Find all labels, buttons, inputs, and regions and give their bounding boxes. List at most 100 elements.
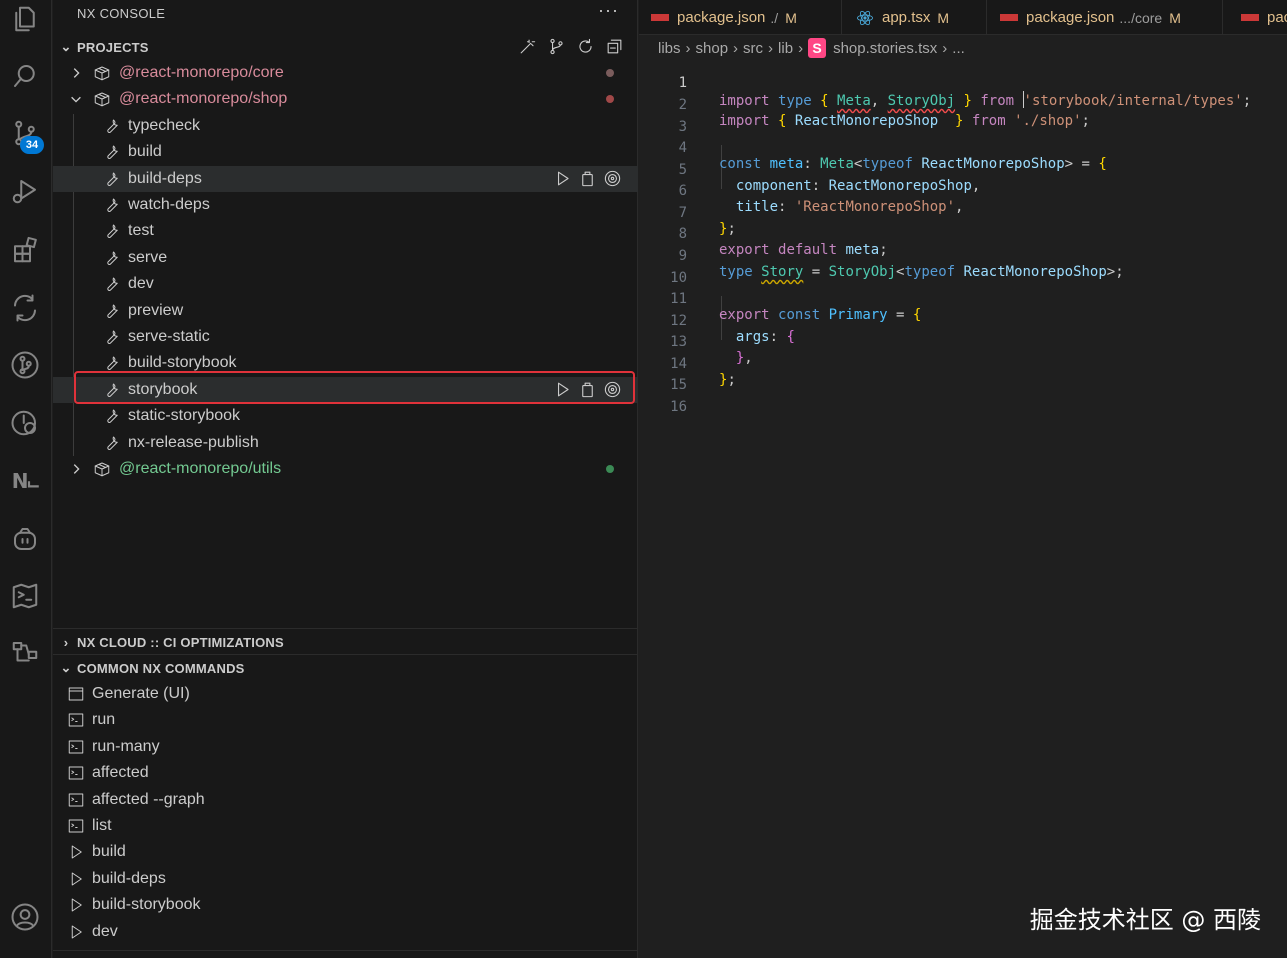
run-task-icon[interactable] <box>553 380 572 404</box>
command-dev[interactable]: dev <box>53 919 638 945</box>
modified-indicator: M <box>785 9 797 26</box>
search-icon[interactable] <box>8 59 42 93</box>
command-list[interactable]: list <box>53 813 638 839</box>
command-label: build-storybook <box>92 896 201 913</box>
command-label: Generate (UI) <box>92 685 190 702</box>
tab-app-tsx[interactable]: app.tsx M <box>842 0 987 34</box>
command-generate-ui[interactable]: Generate (UI) <box>53 681 638 707</box>
chevron-right-icon: › <box>685 39 691 57</box>
collapse-all-icon[interactable] <box>605 37 624 59</box>
commands-section-header[interactable]: ⌄ COMMON NX COMMANDS <box>53 656 638 680</box>
breadcrumb-shop[interactable]: shop <box>696 40 729 57</box>
status-dot <box>606 465 614 473</box>
map-icon[interactable] <box>8 579 42 613</box>
breadcrumb-libs[interactable]: libs <box>658 40 681 57</box>
target-row-build-storybook[interactable]: build-storybook <box>53 350 638 376</box>
command-build-deps[interactable]: build-deps <box>53 866 638 892</box>
target-icon[interactable] <box>603 169 622 193</box>
project-row-utils[interactable]: @react-monorepo/utils <box>53 456 638 482</box>
tab-package-json-root[interactable]: package.json ./ M <box>639 0 842 34</box>
target-row-build-deps[interactable]: build-deps <box>53 166 638 192</box>
target-row-typecheck[interactable]: typecheck <box>53 113 638 139</box>
breadcrumb-tail[interactable]: ... <box>952 40 965 57</box>
target-row-nx-release-publish[interactable]: nx-release-publish <box>53 430 638 456</box>
npm-icon <box>1241 14 1259 21</box>
breadcrumb-file[interactable]: shop.stories.tsx <box>833 40 937 57</box>
target-label: storybook <box>128 381 198 398</box>
tab-label: app.tsx <box>882 9 931 26</box>
tab-label: package.json <box>1026 9 1115 26</box>
code-line: 11 export const Primary = { <box>639 275 1287 323</box>
status-dot <box>606 69 614 77</box>
tab-package-json-core[interactable]: package.json .../core M <box>987 0 1223 34</box>
target-row-preview[interactable]: preview <box>53 298 638 324</box>
command-label: dev <box>92 923 118 940</box>
wrench-icon <box>103 407 121 425</box>
run-debug-icon[interactable] <box>8 174 42 208</box>
project-row-shop[interactable]: @react-monorepo/shop <box>53 86 638 112</box>
target-row-serve-static[interactable]: serve-static <box>53 324 638 350</box>
tab-package-json-truncated[interactable]: pac <box>1223 0 1287 34</box>
project-label: @react-monorepo/core <box>119 64 284 81</box>
command-run-many[interactable]: run-many <box>53 734 638 760</box>
target-label: serve <box>128 249 168 266</box>
command-label: build <box>92 843 126 860</box>
code-line: 15 <box>639 361 1287 393</box>
projects-section-header[interactable]: ⌄ PROJECTS <box>53 35 638 59</box>
target-row-build[interactable]: build <box>53 139 638 165</box>
run-task-icon[interactable] <box>553 169 572 193</box>
refresh-icon[interactable] <box>576 37 595 59</box>
nx-cloud-section-header[interactable]: › NX CLOUD :: CI OPTIMIZATIONS <box>53 630 638 654</box>
explorer-icon[interactable] <box>8 2 42 36</box>
more-actions-button[interactable]: ··· <box>598 0 619 21</box>
code-line: 3 <box>639 103 1287 135</box>
branch-icon[interactable] <box>547 37 566 59</box>
target-label: preview <box>128 302 184 319</box>
target-row-serve[interactable]: serve <box>53 245 638 271</box>
target-icon[interactable] <box>603 380 622 404</box>
status-dot <box>606 95 614 103</box>
generate-icon[interactable] <box>518 37 537 59</box>
hierarchy-icon[interactable] <box>8 636 42 670</box>
commands-header-label: COMMON NX COMMANDS <box>77 660 245 676</box>
diff-icon[interactable] <box>8 291 42 325</box>
target-label: watch-deps <box>128 196 210 213</box>
code-line: 12 args: { <box>639 297 1287 345</box>
command-build-storybook[interactable]: build-storybook <box>53 892 638 918</box>
package-icon <box>93 64 111 82</box>
sidebar-title: NX CONSOLE <box>77 6 166 21</box>
target-label: typecheck <box>128 117 201 134</box>
target-row-watch-deps[interactable]: watch-deps <box>53 192 638 218</box>
account-icon[interactable] <box>8 900 42 934</box>
command-label: run-many <box>92 738 160 755</box>
extensions-icon[interactable] <box>8 233 42 267</box>
scm-count-badge: 34 <box>20 136 44 154</box>
projects-actions <box>518 37 624 59</box>
copilot-icon[interactable] <box>8 522 42 556</box>
target-row-storybook[interactable]: storybook <box>53 377 638 403</box>
copy-icon[interactable] <box>578 380 597 404</box>
window-icon <box>67 685 85 703</box>
project-row-core[interactable]: @react-monorepo/core <box>53 60 638 86</box>
target-row-dev[interactable]: dev <box>53 271 638 297</box>
package-icon <box>93 90 111 108</box>
timeline-icon[interactable] <box>8 406 42 440</box>
nx-console-icon[interactable]: N⨽ <box>8 464 42 498</box>
command-affected-graph[interactable]: affected --graph <box>53 787 638 813</box>
command-affected[interactable]: affected <box>53 760 638 786</box>
target-label: build-deps <box>128 170 202 187</box>
command-build[interactable]: build <box>53 839 638 865</box>
wrench-icon <box>103 434 121 452</box>
copy-icon[interactable] <box>578 169 597 193</box>
npm-icon <box>1000 14 1018 21</box>
breadcrumb-src[interactable]: src <box>743 40 763 57</box>
play-icon <box>67 896 85 914</box>
git-graph-icon[interactable] <box>8 348 42 382</box>
target-row-test[interactable]: test <box>53 218 638 244</box>
wrench-icon <box>103 275 121 293</box>
terminal-icon <box>67 738 85 756</box>
command-run[interactable]: run <box>53 707 638 733</box>
breadcrumb-lib[interactable]: lib <box>778 40 793 57</box>
modified-indicator: M <box>937 9 950 26</box>
target-row-static-storybook[interactable]: static-storybook <box>53 403 638 429</box>
